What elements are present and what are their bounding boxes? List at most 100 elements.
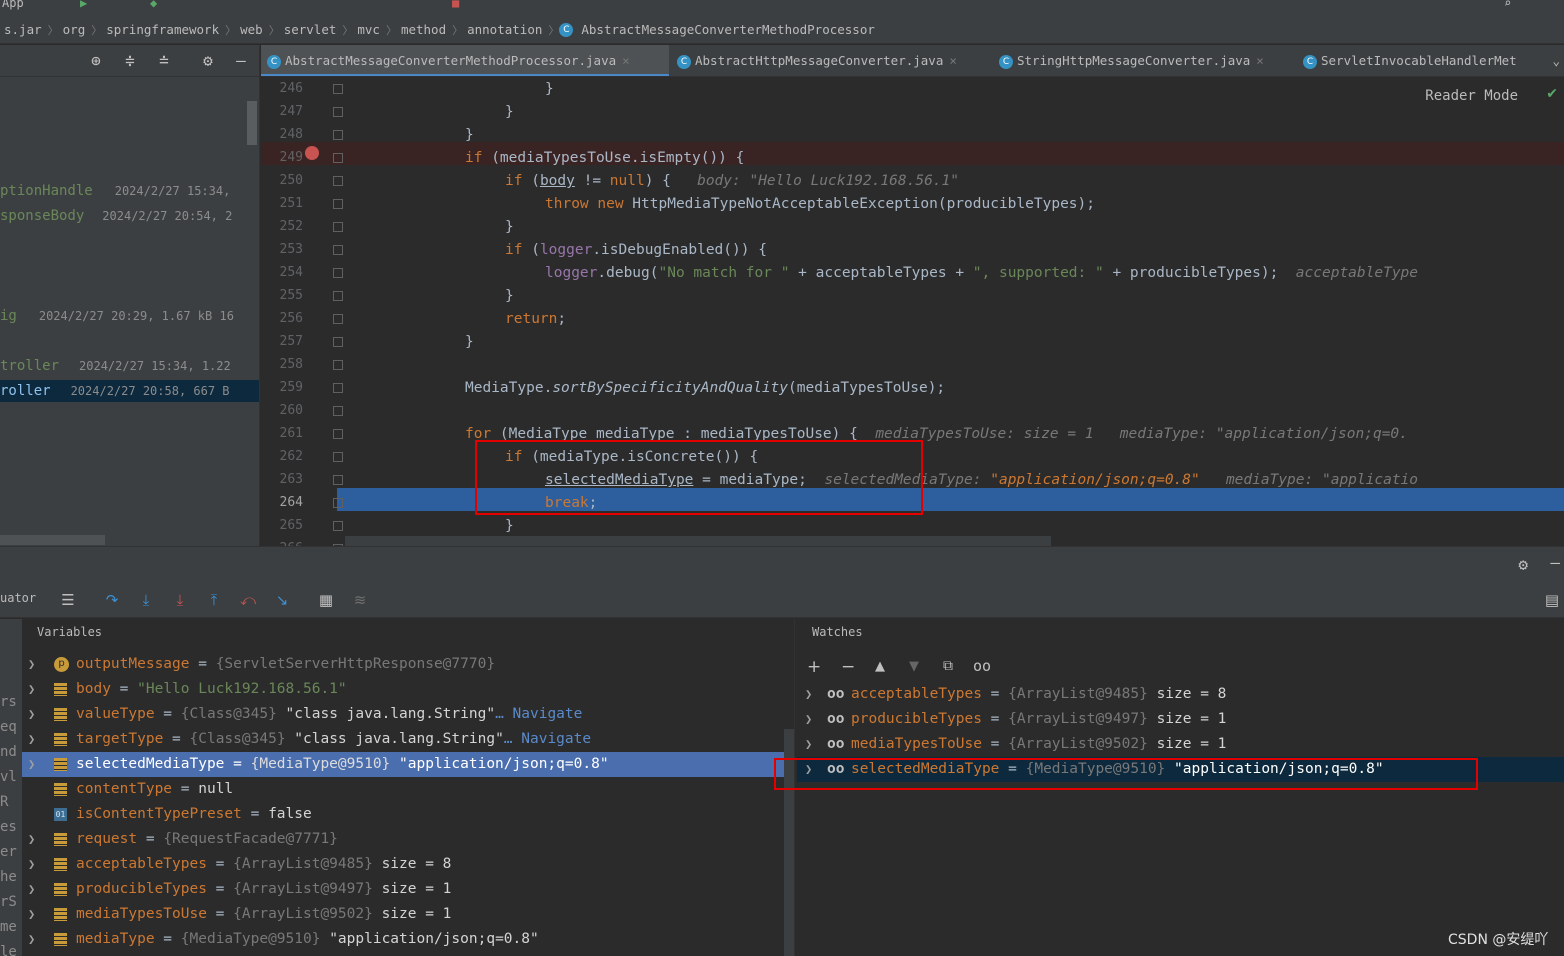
chevron-right-icon[interactable]: ❯: [805, 682, 812, 707]
watch-value: size = 1: [1156, 736, 1227, 752]
breadcrumb-item[interactable]: mvc: [353, 22, 386, 37]
variable-row[interactable]: 01 isContentTypePreset = false: [22, 802, 794, 827]
close-icon[interactable]: ×: [622, 53, 630, 68]
breadcrumb-item[interactable]: org: [59, 22, 92, 37]
fold-marker-icon: [333, 360, 343, 370]
chevron-right-icon[interactable]: ❯: [28, 652, 35, 677]
variable-value: "application/json;q=0.8": [399, 756, 609, 772]
toolbar-app-label: App: [2, 0, 24, 10]
breadcrumb-item[interactable]: annotation: [463, 22, 548, 37]
step-into-icon[interactable]: ⤓: [136, 590, 156, 610]
variable-value: "class java.lang.String": [285, 706, 496, 722]
variable-id: {ArrayList@9497}: [233, 881, 373, 897]
variable-row[interactable]: ❯ p outputMessage = {ServletServerHttpResp…: [22, 652, 794, 677]
close-icon[interactable]: ×: [1256, 53, 1264, 68]
reader-mode-button[interactable]: Reader Mode: [1425, 88, 1518, 104]
search-icon[interactable]: ⌕: [1504, 0, 1511, 10]
minimize-icon[interactable]: —: [231, 51, 251, 71]
duplicate-icon[interactable]: ⧉: [943, 658, 953, 674]
variable-row[interactable]: ❯ producibleTypes = {ArrayList@9497} size…: [22, 877, 794, 902]
minimize-icon[interactable]: —: [1550, 553, 1560, 572]
frames-icon[interactable]: ☰: [58, 590, 78, 610]
chevron-right-icon[interactable]: ❯: [28, 927, 35, 952]
variable-name: producibleTypes: [76, 881, 207, 897]
variable-row[interactable]: ❯ acceptableTypes = {ArrayList@9485} size…: [22, 852, 794, 877]
variable-row[interactable]: ❯ mediaTypesToUse = {ArrayList@9502} size…: [22, 902, 794, 927]
watch-glasses-icon[interactable]: oo: [973, 657, 991, 675]
chevron-right-icon[interactable]: ❯: [28, 677, 35, 702]
project-horizontal-scrollbar[interactable]: [0, 535, 105, 545]
tab-abstract-message-converter-method-processor[interactable]: C AbstractMessageConverterMethodProcessor…: [261, 45, 669, 76]
breadcrumb-item[interactable]: method: [397, 22, 452, 37]
watch-glasses-icon: oo: [827, 736, 845, 752]
stop-icon[interactable]: ■: [452, 0, 459, 10]
variable-row[interactable]: ❯ valueType = {Class@345} "class java.lan…: [22, 702, 794, 727]
tab-string-http-message-converter[interactable]: C StringHttpMessageConverter.java ×: [993, 45, 1295, 76]
breadcrumb-item[interactable]: web: [236, 22, 269, 37]
chevron-right-icon[interactable]: ❯: [28, 902, 35, 927]
chevron-right-icon[interactable]: ❯: [28, 852, 35, 877]
chevron-right-icon[interactable]: ❯: [805, 732, 812, 757]
navigate-link[interactable]: … Navigate: [495, 706, 582, 722]
breadcrumb: s.jar 〉 org 〉 springframework 〉 web 〉 servle…: [0, 16, 1564, 44]
frame-fragment: es: [0, 819, 17, 835]
variable-row[interactable]: ❯ body = "Hello Luck192.168.56.1": [22, 677, 794, 702]
frame-fragment: vl: [0, 769, 17, 785]
remove-icon[interactable]: −: [841, 657, 855, 677]
close-icon[interactable]: ×: [949, 53, 957, 68]
project-file-row[interactable]: ptionHandle 2024/2/27 15:34,: [0, 180, 230, 202]
variable-name: selectedMediaType: [76, 756, 225, 772]
watch-row[interactable]: ❯ oo acceptableTypes = {ArrayList@9485} si…: [797, 682, 1564, 707]
gear-icon[interactable]: ⚙: [1518, 555, 1528, 574]
variable-row[interactable]: contentType = null: [22, 777, 794, 802]
add-icon[interactable]: +: [807, 657, 821, 677]
breadcrumb-item[interactable]: servlet: [280, 22, 343, 37]
chevron-right-icon[interactable]: ❯: [28, 702, 35, 727]
class-icon: C: [677, 54, 691, 69]
gear-icon[interactable]: ⚙: [198, 51, 218, 71]
move-up-icon[interactable]: ▲: [875, 659, 885, 674]
chevron-right-icon[interactable]: ❯: [28, 727, 35, 752]
variable-row[interactable]: ❯ request = {RequestFacade@7771}: [22, 827, 794, 852]
force-step-into-icon[interactable]: ⤓: [170, 590, 190, 610]
code-editor[interactable]: 246 247 248 249 250 251 252 253 254 255 256 257 258 2…: [261, 78, 1564, 546]
variable-row[interactable]: ❯ selectedMediaType = {MediaType@9510} "a…: [22, 752, 794, 777]
tabs-dropdown-icon[interactable]: ⌄: [1552, 45, 1560, 76]
breadcrumb-item[interactable]: springframework: [102, 22, 225, 37]
tab-abstract-http-message-converter[interactable]: C AbstractHttpMessageConverter.java ×: [671, 45, 991, 76]
chevron-right-icon[interactable]: ❯: [28, 877, 35, 902]
variables-panel: Variables ❯ p outputMessage = {ServletServ…: [22, 619, 795, 956]
navigate-link[interactable]: … Navigate: [504, 731, 591, 747]
layout-icon[interactable]: ▤: [1542, 590, 1562, 610]
locate-icon[interactable]: ⊕: [86, 51, 106, 71]
collapse-all-icon[interactable]: ≐: [154, 51, 174, 71]
variable-row[interactable]: ❯ mediaType = {MediaType@9510} "applicati…: [22, 927, 794, 952]
chevron-right-icon[interactable]: ❯: [28, 827, 35, 852]
evaluate-expression-icon[interactable]: ▦: [316, 590, 336, 610]
chevron-right-icon[interactable]: ❯: [805, 707, 812, 732]
project-vertical-scrollbar[interactable]: [247, 101, 257, 145]
frames-panel-edge: rs eq nd vl Res er he rS me le: [0, 619, 22, 956]
run-icon[interactable]: ▶: [80, 0, 87, 10]
chevron-right-icon[interactable]: ❯: [28, 752, 35, 777]
watch-row[interactable]: ❯ oo mediaTypesToUse = {ArrayList@9502} si…: [797, 732, 1564, 757]
project-file-row-selected[interactable]: roller 2024/2/27 20:58, 667 B: [0, 380, 259, 402]
project-file-row[interactable]: ig 2024/2/27 20:29, 1.67 kB 16: [0, 305, 234, 327]
run-to-cursor-icon[interactable]: ↘: [272, 590, 292, 610]
project-file-row[interactable]: troller 2024/2/27 15:34, 1.22: [0, 355, 231, 377]
step-over-icon[interactable]: ↷: [102, 590, 122, 610]
variable-row[interactable]: ❯ targetType = {Class@345} "class java.la…: [22, 727, 794, 752]
editor-horizontal-scrollbar[interactable]: [345, 536, 1051, 546]
project-file-row[interactable]: sponseBody 2024/2/27 20:54, 2: [0, 205, 232, 227]
expand-all-icon[interactable]: ≑: [120, 51, 140, 71]
frame-fragment: er: [0, 844, 17, 860]
debug-icon[interactable]: ◆: [150, 0, 157, 10]
breadcrumb-item[interactable]: s.jar: [0, 22, 48, 37]
editor-tabs: C AbstractMessageConverterMethodProcessor…: [261, 45, 1564, 77]
tab-servlet-invocable-handler-method[interactable]: C ServletInvocableHandlerMet: [1297, 45, 1537, 76]
frame-fragment: he: [0, 869, 17, 885]
breadcrumb-item[interactable]: AbstractMessageConverterMethodProcessor: [577, 22, 881, 37]
step-out-icon[interactable]: ⤒: [204, 590, 224, 610]
watch-row[interactable]: ❯ oo producibleTypes = {ArrayList@9497} si…: [797, 707, 1564, 732]
drop-frame-icon[interactable]: ⤺: [238, 590, 258, 610]
